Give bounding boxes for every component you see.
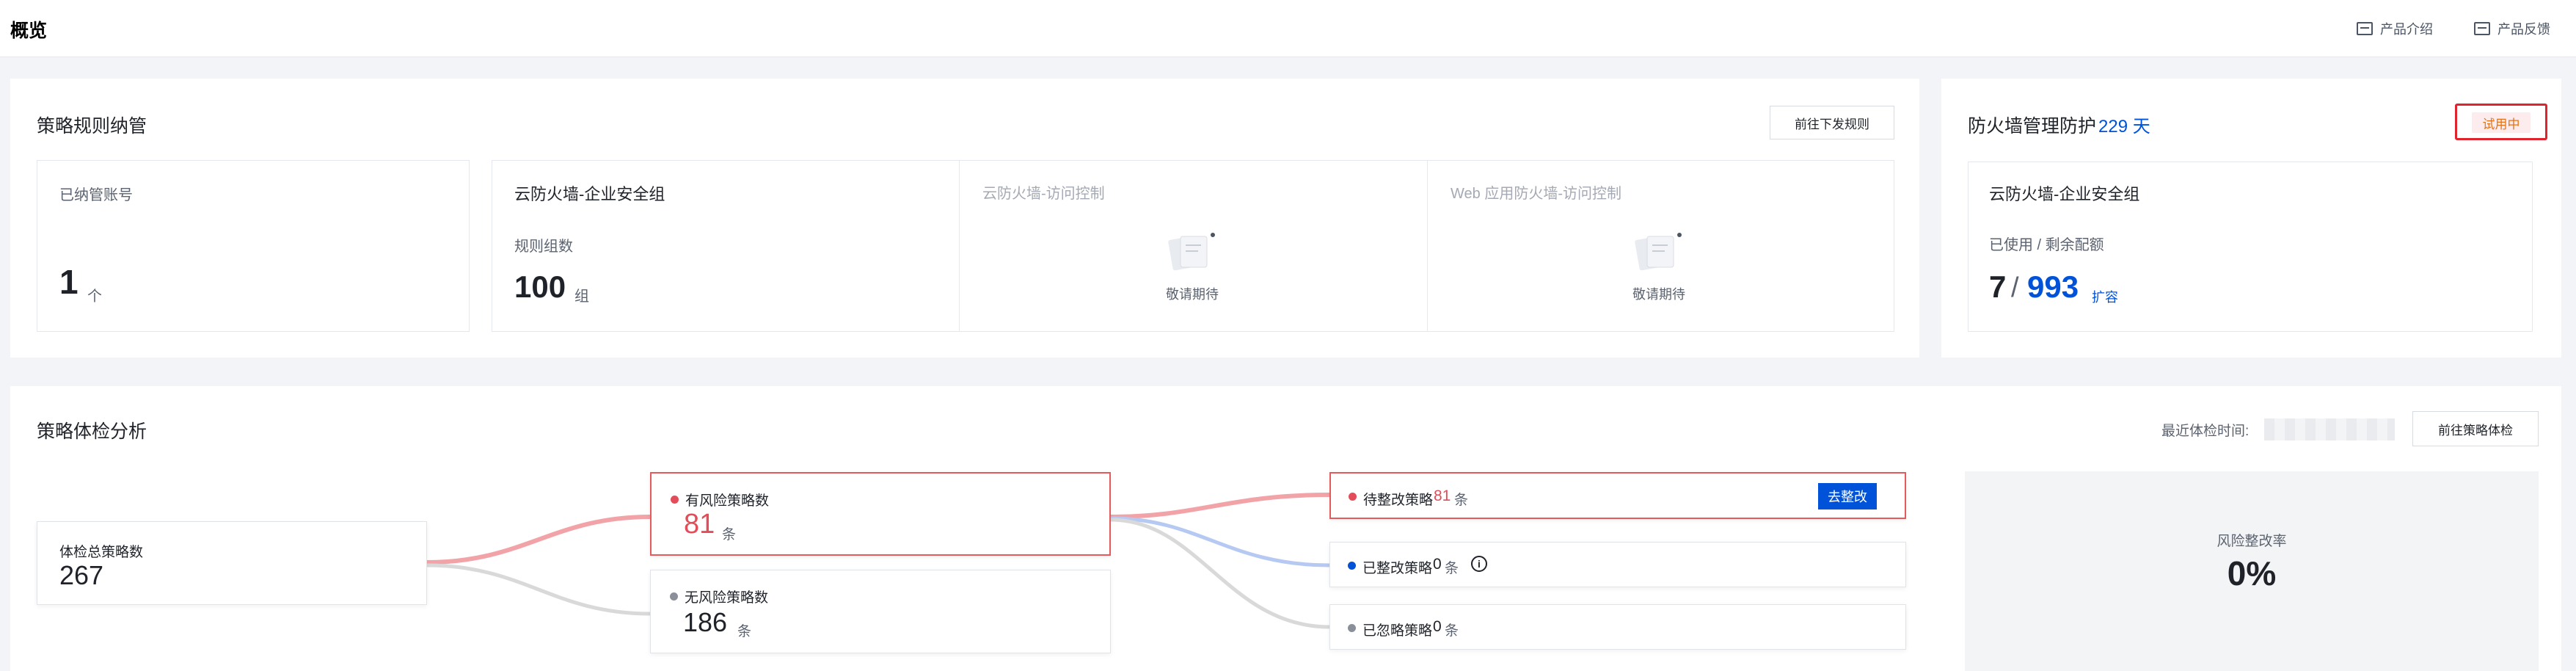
product-intro-label: 产品介绍 bbox=[2380, 22, 2433, 37]
analysis-card: 策略体检分析 最近体检时间: 前往策略体检 体检总策略数 267 有风险策略数 … bbox=[10, 386, 2561, 671]
rule-groups-label: 规则组数 bbox=[514, 239, 573, 255]
product-feedback-link[interactable]: 产品反馈 bbox=[2474, 19, 2550, 38]
fixed-dot bbox=[1348, 562, 1356, 570]
risk-dot bbox=[671, 496, 679, 504]
waf-control-coming-soon: 敬请期待 bbox=[1632, 287, 1685, 302]
norisk-dot bbox=[670, 592, 678, 601]
fix-now-button[interactable]: 去整改 bbox=[1818, 483, 1877, 509]
protect-card: 防火墙管理防护 229 天 试用中 云防火墙-企业安全组 已使用 / 剩余配额 … bbox=[1941, 79, 2561, 358]
risk-policies-node[interactable]: 有风险策略数 81 条 bbox=[650, 472, 1111, 556]
trial-badge: 试用中 bbox=[2472, 112, 2531, 133]
access-control-title: 云防火墙-访问控制 bbox=[982, 186, 1105, 202]
last-check-label: 最近体检时间: bbox=[2161, 424, 2250, 439]
pending-dot bbox=[1349, 493, 1357, 501]
security-group-title: 云防火墙-企业安全组 bbox=[514, 185, 665, 203]
total-policies-value: 267 bbox=[59, 560, 104, 590]
usage-separator: / bbox=[2011, 272, 2019, 303]
rule-sources-box: 云防火墙-企业安全组 规则组数 100 组 云防火墙-访问控制 敬请期待 Web… bbox=[492, 160, 1894, 332]
access-control-coming-soon: 敬请期待 bbox=[1166, 287, 1219, 302]
fixed-policies-value: 0 bbox=[1433, 556, 1442, 573]
fix-rate-value: 0% bbox=[2227, 554, 2277, 592]
managed-accounts-value: 1 bbox=[59, 263, 79, 301]
used-value: 7 bbox=[1989, 269, 2007, 304]
ignored-policies-unit: 条 bbox=[1445, 623, 1459, 639]
ignored-policies-node: 已忽略策略 0 条 bbox=[1329, 604, 1906, 650]
norisk-policies-node: 无风险策略数 186 条 bbox=[650, 570, 1111, 653]
go-deploy-rules-button[interactable]: 前往下发规则 bbox=[1770, 106, 1894, 139]
divider bbox=[1427, 161, 1428, 331]
protect-card-title: 防火墙管理防护 bbox=[1968, 116, 2097, 137]
coming-soon-icon bbox=[1168, 233, 1215, 271]
fixed-policies-label: 已整改策略 bbox=[1362, 561, 1433, 576]
norisk-policies-value: 186 bbox=[683, 607, 728, 637]
total-policies-node: 体检总策略数 267 bbox=[37, 521, 427, 605]
rule-groups-value: 100 bbox=[514, 269, 566, 304]
fixed-policies-node: 已整改策略 0 条 i bbox=[1329, 542, 1906, 587]
managed-accounts-box: 已纳管账号 1 个 bbox=[37, 160, 470, 332]
pending-policies-value: 81 bbox=[1434, 487, 1451, 504]
managed-accounts-label: 已纳管账号 bbox=[59, 187, 133, 203]
go-policy-check-button[interactable]: 前往策略体检 bbox=[2412, 411, 2539, 446]
risk-policies-label: 有风险策略数 bbox=[685, 493, 770, 509]
pending-policies-label: 待整改策略 bbox=[1363, 493, 1434, 508]
last-check-time-redacted bbox=[2264, 418, 2395, 440]
page-title: 概览 bbox=[10, 21, 48, 41]
norisk-policies-label: 无风险策略数 bbox=[685, 590, 769, 606]
pending-policies-node: 待整改策略 81 条 去整改 bbox=[1329, 472, 1906, 519]
risk-policies-unit: 条 bbox=[722, 527, 737, 543]
norisk-policies-unit: 条 bbox=[737, 624, 752, 639]
ignored-policies-label: 已忽略策略 bbox=[1362, 623, 1433, 639]
product-intro-link[interactable]: 产品介绍 bbox=[2357, 19, 2433, 38]
product-feedback-label: 产品反馈 bbox=[2497, 22, 2550, 37]
protect-group-title: 云防火墙-企业安全组 bbox=[1989, 185, 2140, 203]
total-policies-label: 体检总策略数 bbox=[59, 545, 144, 560]
risk-policies-value: 81 bbox=[684, 509, 715, 540]
feedback-icon bbox=[2357, 22, 2373, 35]
info-icon[interactable]: i bbox=[1471, 556, 1487, 572]
pending-policies-unit: 条 bbox=[1454, 493, 1469, 508]
rules-card-title: 策略规则纳管 bbox=[37, 116, 147, 137]
usage-label: 已使用 / 剩余配额 bbox=[1989, 237, 2104, 253]
remaining-value: 993 bbox=[2027, 269, 2079, 304]
top-bar: 概览 产品介绍 产品反馈 bbox=[0, 0, 2576, 57]
managed-accounts-unit: 个 bbox=[87, 289, 102, 305]
ignored-dot bbox=[1348, 624, 1356, 632]
expand-link[interactable]: 扩容 bbox=[2092, 287, 2118, 306]
coming-soon-icon bbox=[1635, 233, 1682, 271]
protect-days: 229 天 bbox=[2098, 117, 2150, 137]
protect-quota-box: 云防火墙-企业安全组 已使用 / 剩余配额 7 / 993 扩容 bbox=[1968, 162, 2533, 332]
fix-rate-panel: 风险整改率 0% bbox=[1965, 471, 2539, 671]
fix-rate-label: 风险整改率 bbox=[2216, 534, 2287, 549]
fixed-policies-unit: 条 bbox=[1445, 561, 1459, 576]
ignored-policies-value: 0 bbox=[1433, 618, 1442, 635]
divider bbox=[959, 161, 960, 331]
rule-groups-unit: 组 bbox=[574, 289, 589, 305]
waf-control-title: Web 应用防火墙-访问控制 bbox=[1451, 186, 1621, 202]
feedback-icon bbox=[2474, 22, 2490, 35]
